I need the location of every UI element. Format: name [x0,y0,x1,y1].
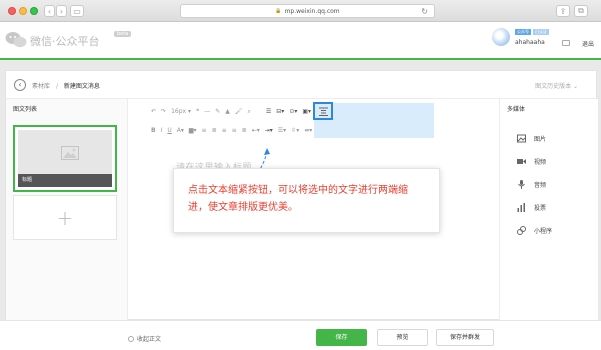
text-indent-icon [319,107,328,116]
font-size-select[interactable]: 16px ▾ [171,105,191,119]
insert-audio-item[interactable]: 音频 [507,173,591,196]
quote-icon[interactable]: ❝ [196,105,199,119]
insert-image-icon[interactable]: ▣▾ [302,105,311,119]
undo-icon[interactable]: ↶ [151,105,156,119]
margin-icon[interactable]: ⇼▾ [304,124,312,138]
redo-icon[interactable]: ↷ [161,105,166,119]
align-center-icon[interactable]: ≣ [212,124,217,138]
insert-image-label: 图片 [534,136,547,143]
letter-spacing-icon[interactable]: ⇳▾ [291,124,299,138]
user-tag: 公众号 [515,29,531,35]
vote-icon [517,203,525,212]
collapse-body-label: 收起正文 [137,336,162,343]
minimize-window-button[interactable] [19,7,27,15]
font-color-icon[interactable]: A▾ [177,124,184,138]
save-button[interactable]: 保存 [316,329,367,346]
multimedia-list: 图片 视频 音频 投票 小程序 [507,127,591,242]
brand-badge: beta [114,31,132,37]
insert-video-label: 视频 [534,159,547,166]
article-card-selected[interactable]: 标题 [13,125,117,192]
reload-icon[interactable]: ↻ [421,7,428,16]
wechat-logo-icon [5,32,27,48]
search-icon[interactable]: ⌕ [248,105,251,119]
collapse-radio-icon [128,335,134,342]
video-icon [517,159,526,164]
insert-audio-label: 音频 [534,182,547,189]
editor-toolbar: ↶ ↷ 16px ▾ ❝ — ✎ ▲ 🖌 ⌕ ☰ ⊟▾ ⊙▾ ▣▾ ▦ ▤ B … [129,99,499,145]
address-bar[interactable]: 🔒 mp.weixin.qq.com ↻ [180,4,435,18]
tabs-icon[interactable]: ⧉ [574,5,588,17]
browser-chrome: ‹ › ▭ 🔒 mp.weixin.qq.com ↻ ⇪ ⧉ [0,0,601,22]
breadcrumb-current: 新建图文消息 [63,83,100,90]
link-icon[interactable]: ✎ [215,105,220,119]
preview-button[interactable]: 预览 [377,329,428,346]
bottom-action-bar: 收起正文 保存 预览 保存并群发 [0,320,601,350]
list-icon[interactable]: ☰▾ [278,124,286,138]
paragraph-spacing-icon[interactable]: ⊟▾ [276,105,284,119]
italic-icon[interactable]: I [161,124,163,138]
miniprogram-icon [517,226,526,235]
toolbar-row-2: B I U A▾ ▆▾ ≡ ≣ ≡ ≡ ≣ ⇤▾ ⇥▾ ☰▾ ⇳▾ ⇼▾ [151,124,312,138]
underline-icon[interactable]: U [167,124,171,138]
align-left-icon[interactable]: ≡ [202,124,207,138]
user-tag: 已认证 [533,29,549,35]
brand-title: 微信·公众平台 [30,35,100,48]
line-height-icon[interactable]: ≣ [242,124,247,138]
add-article-button[interactable]: + [13,195,117,240]
article-caption: 标题 [18,174,112,187]
sidebar-toggle-icon[interactable]: ▭ [70,5,84,17]
save-and-publish-button[interactable]: 保存并群发 [436,329,494,346]
url-text: mp.weixin.qq.com [284,7,340,15]
multimedia-title: 多媒体 [507,106,526,113]
insert-miniprogram-item[interactable]: 小程序 [507,219,591,242]
align-justify-icon[interactable]: ≡ [232,124,237,138]
editor-topbar: ‹ 素材库 / 新建图文消息 图文历史版本 ⌄ [6,71,596,99]
close-window-button[interactable] [8,7,16,15]
emoji-icon[interactable]: ⊙▾ [289,105,297,119]
collapse-body-toggle[interactable]: 收起正文 [128,334,161,343]
lock-icon: 🔒 [275,8,282,14]
breadcrumb: 素材库 / 新建图文消息 [32,81,100,90]
indent-left-icon[interactable]: ⇤▾ [252,124,260,138]
zoom-window-button[interactable] [30,7,38,15]
avatar[interactable] [492,28,510,46]
insert-image-item[interactable]: 图片 [507,127,591,150]
image-placeholder-icon [61,146,79,160]
image-icon [517,134,526,143]
insert-video-item[interactable]: 视频 [507,150,591,173]
breadcrumb-parent[interactable]: 素材库 [32,83,50,90]
article-list-title: 图文列表 [13,106,38,113]
article-list-panel: 图文列表 标题 + [6,99,128,321]
history-versions-dropdown[interactable]: 图文历史版本 ⌄ [535,81,578,90]
user-tags: 公众号 已认证 [515,29,549,35]
insert-vote-label: 投票 [534,205,547,212]
plus-icon: + [56,205,74,230]
format-painter-icon[interactable]: ▲ [225,105,230,119]
audio-icon [518,180,525,189]
username[interactable]: ahahaaha [515,39,545,46]
indent-icon[interactable]: ☰ [266,105,271,119]
back-icon[interactable]: ‹ [44,5,55,17]
insert-miniprogram-label: 小程序 [534,228,553,235]
bold-icon[interactable]: B [151,124,156,138]
text-indent-button[interactable] [313,102,333,120]
tooltip-callout: 点击文本缩紧按钮，可以将选中的文字进行两端缩进，使文章排版更优美。 [173,168,440,233]
message-icon[interactable] [562,40,570,46]
breadcrumb-separator: / [55,83,58,90]
app-header: 微信·公众平台 beta 公众号 已认证 ahahaaha 退出 [0,22,601,60]
background-color-icon[interactable]: ▆▾ [189,124,197,138]
logout-link[interactable]: 退出 [582,39,594,48]
back-circle-icon[interactable]: ‹ [14,79,26,91]
indent-right-icon[interactable]: ⇥▾ [265,124,273,138]
share-icon[interactable]: ⇪ [556,5,570,17]
brush-icon[interactable]: 🖌 [235,105,243,119]
multimedia-panel: 多媒体 图片 视频 音频 投票 小程序 [499,99,598,321]
insert-vote-item[interactable]: 投票 [507,196,591,219]
article-cover: 标题 [18,130,112,187]
forward-icon[interactable]: › [56,5,67,17]
align-right-icon[interactable]: ≡ [222,124,227,138]
toolbar-row-1: ↶ ↷ 16px ▾ ❝ — ✎ ▲ 🖌 ⌕ ☰ ⊟▾ ⊙▾ ▣▾ ▦ ▤ [151,105,332,119]
divider-icon[interactable]: — [204,105,210,119]
